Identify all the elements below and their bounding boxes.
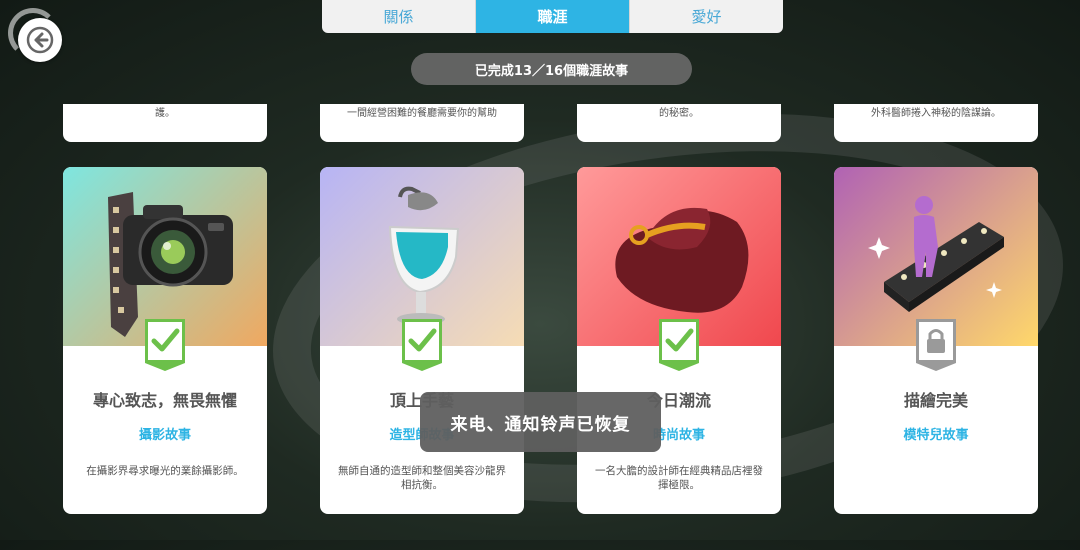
story-card-top-1[interactable]: 護。 [63,104,267,142]
tab-hobbies[interactable]: 愛好 [630,0,783,33]
story-card-top-4[interactable]: 外科醫師捲入神秘的陰謀論。 [834,104,1038,142]
card-title: 專心致志，無畏無懼 [92,391,237,410]
card-description: 護。 [155,108,175,119]
card-subtitle: 攝影故事 [138,428,191,443]
checkmark-badge-icon [659,319,699,371]
card-subtitle: 模特兒故事 [903,428,969,443]
checkmark-badge-icon [145,319,185,371]
tab-relationships[interactable]: 關係 [322,0,476,33]
tab-career[interactable]: 職涯 [476,0,630,33]
back-button[interactable] [18,18,62,62]
card-description: 一名大膽的設計師在經典精品店裡發揮極限。 [595,465,763,491]
card-description: 無師自通的造型師和整個美容沙龍界相抗衡。 [338,465,506,491]
progress-label: 已完成13／16個職涯故事 [411,53,692,85]
checkmark-badge-icon [402,319,442,371]
story-card-model[interactable]: 描繪完美 模特兒故事 [834,167,1038,514]
card-description: 一間經營困難的餐廳需要你的幫助 [347,108,497,119]
arrow-left-icon [26,26,54,54]
card-title: 描繪完美 [903,391,968,410]
card-description: 外科醫師捲入神秘的陰謀論。 [871,108,1001,119]
card-description: 的秘密。 [659,108,699,119]
story-card-top-2[interactable]: 一間經營困難的餐廳需要你的幫助 [320,104,524,142]
tab-bar: 關係 職涯 愛好 [322,0,783,33]
story-card-top-3[interactable]: 的秘密。 [577,104,781,142]
story-card-photography[interactable]: 專心致志，無畏無懼 攝影故事 在攝影界尋求曝光的業餘攝影師。 [63,167,267,514]
card-description: 在攝影界尋求曝光的業餘攝影師。 [86,465,244,477]
lock-badge-icon [916,319,956,371]
story-card-stylist[interactable]: 頂上手藝 造型師故事 無師自通的造型師和整個美容沙龍界相抗衡。 [320,167,524,514]
story-card-fashion[interactable]: 今日潮流 時尚故事 一名大膽的設計師在經典精品店裡發揮極限。 [577,167,781,514]
toast-notification: 来电、通知铃声已恢复 [420,392,661,452]
